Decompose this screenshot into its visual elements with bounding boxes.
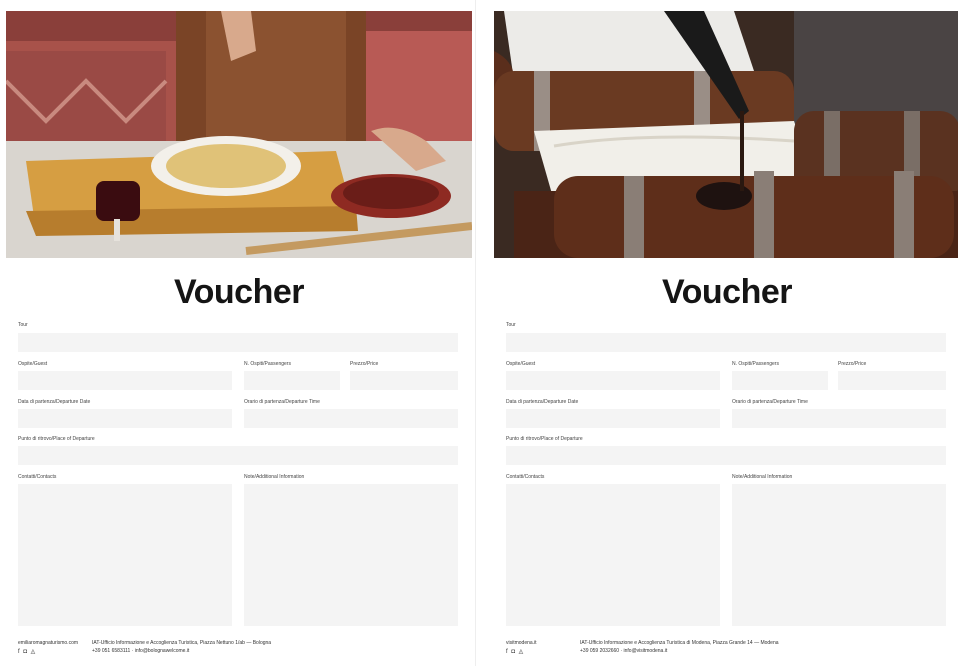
notes-label: Note/Additional Information	[244, 474, 305, 480]
footer-social-icons[interactable]: f ◘ ◬	[18, 648, 36, 655]
guest-field[interactable]	[18, 371, 232, 390]
departure-date-label: Data di partenza/Departure Date	[18, 399, 91, 405]
departure-time-label: Orario di partenza/Departure Time	[732, 399, 808, 405]
contacts-field[interactable]	[18, 484, 232, 626]
departure-time-label: Orario di partenza/Departure Time	[244, 399, 320, 405]
pasta-photo-illustration	[6, 11, 472, 258]
footer-social-icons[interactable]: f ◘ ◬	[506, 648, 524, 655]
price-label: Prezzo/Price	[350, 361, 379, 367]
tour-label: Tour	[506, 322, 516, 328]
notes-field[interactable]	[244, 484, 458, 626]
voucher-modena: Voucher Tour Ospite/Guest N. Ospiti/Pass…	[494, 0, 958, 666]
notes-field[interactable]	[732, 484, 946, 626]
voucher-title: Voucher	[173, 273, 305, 311]
departure-place-label: Punto di ritrovo/Place of Departure	[506, 436, 583, 442]
tour-field[interactable]	[18, 333, 458, 352]
footer-contact: +39 059 2032660 · info@visitmodena.it	[580, 648, 668, 654]
tour-field[interactable]	[506, 333, 946, 352]
guest-label: Ospite/Guest	[18, 361, 48, 367]
price-label: Prezzo/Price	[838, 361, 867, 367]
departure-time-field[interactable]	[244, 409, 458, 428]
contacts-field[interactable]	[506, 484, 720, 626]
departure-date-label: Data di partenza/Departure Date	[506, 399, 579, 405]
page-divider	[475, 0, 476, 666]
passengers-field[interactable]	[732, 371, 828, 390]
guest-label: Ospite/Guest	[506, 361, 536, 367]
price-field[interactable]	[838, 371, 946, 390]
voucher-title: Voucher	[661, 273, 793, 311]
barrels-photo-illustration	[494, 11, 958, 258]
footer-website[interactable]: emiliaromagnaturismo.com	[18, 640, 78, 646]
departure-time-field[interactable]	[732, 409, 946, 428]
notes-label: Note/Additional Information	[732, 474, 793, 480]
guest-field[interactable]	[506, 371, 720, 390]
tour-label: Tour	[18, 322, 28, 328]
footer-address: IAT-Ufficio Informazione e Accoglienza T…	[580, 640, 779, 646]
photo-balsamic-barrels	[494, 11, 958, 258]
voucher-bologna: Voucher Tour Ospite/Guest N. Ospiti/Pass…	[6, 0, 472, 666]
price-field[interactable]	[350, 371, 458, 390]
departure-place-field[interactable]	[506, 446, 946, 465]
departure-place-label: Punto di ritrovo/Place of Departure	[18, 436, 95, 442]
departure-date-field[interactable]	[18, 409, 232, 428]
passengers-field[interactable]	[244, 371, 340, 390]
footer-address: IAT-Ufficio Informazione e Accoglienza T…	[92, 640, 272, 646]
footer-contact: +39 051 6583111 · info@bolognawelcome.it	[92, 648, 190, 654]
passengers-label: N. Ospiti/Passengers	[244, 361, 291, 367]
footer-website[interactable]: visitmodena.it	[506, 640, 537, 646]
departure-place-field[interactable]	[18, 446, 458, 465]
photo-pasta-table	[6, 11, 472, 258]
contacts-label: Contatti/Contacts	[18, 474, 57, 480]
departure-date-field[interactable]	[506, 409, 720, 428]
contacts-label: Contatti/Contacts	[506, 474, 545, 480]
passengers-label: N. Ospiti/Passengers	[732, 361, 779, 367]
